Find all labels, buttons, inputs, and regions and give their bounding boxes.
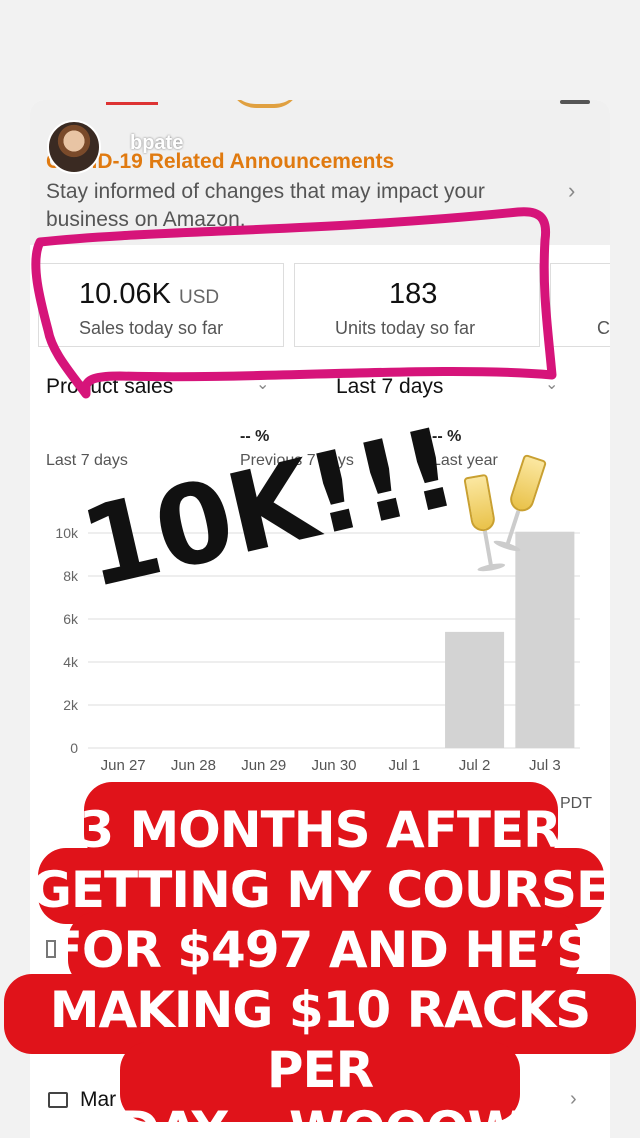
bar: [515, 531, 575, 748]
y-tick-label: 10k: [55, 525, 79, 541]
caption-line: GETTING MY COURSE: [30, 861, 610, 919]
message-icon[interactable]: [48, 1092, 68, 1108]
chevron-right-icon[interactable]: ›: [570, 1088, 577, 1111]
x-tick-label: Jun 29: [241, 757, 286, 774]
y-tick-label: 0: [70, 740, 78, 756]
x-tick-label: Jul 1: [388, 757, 420, 774]
side-icon: [46, 940, 56, 958]
y-tick-label: 8k: [63, 568, 79, 584]
caption-line: FOR $497 AND HE’S: [48, 921, 593, 979]
caption-line: MAKING $10 RACKS PER: [49, 981, 592, 1099]
y-tick-label: 6k: [63, 611, 79, 627]
x-tick-label: Jun 27: [101, 757, 146, 774]
caption-line: 3 MONTHS AFTER: [79, 801, 561, 859]
y-tick-label: 4k: [63, 654, 79, 670]
x-tick-label: Jun 30: [311, 757, 356, 774]
bar: [445, 631, 505, 748]
y-tick-label: 2k: [63, 697, 79, 713]
x-tick-label: Jul 2: [459, 757, 491, 774]
highlight-scribble: [31, 207, 557, 399]
x-tick-label: Jul 3: [529, 757, 561, 774]
footer-label[interactable]: Mar: [80, 1088, 116, 1112]
x-tick-label: Jun 28: [171, 757, 216, 774]
